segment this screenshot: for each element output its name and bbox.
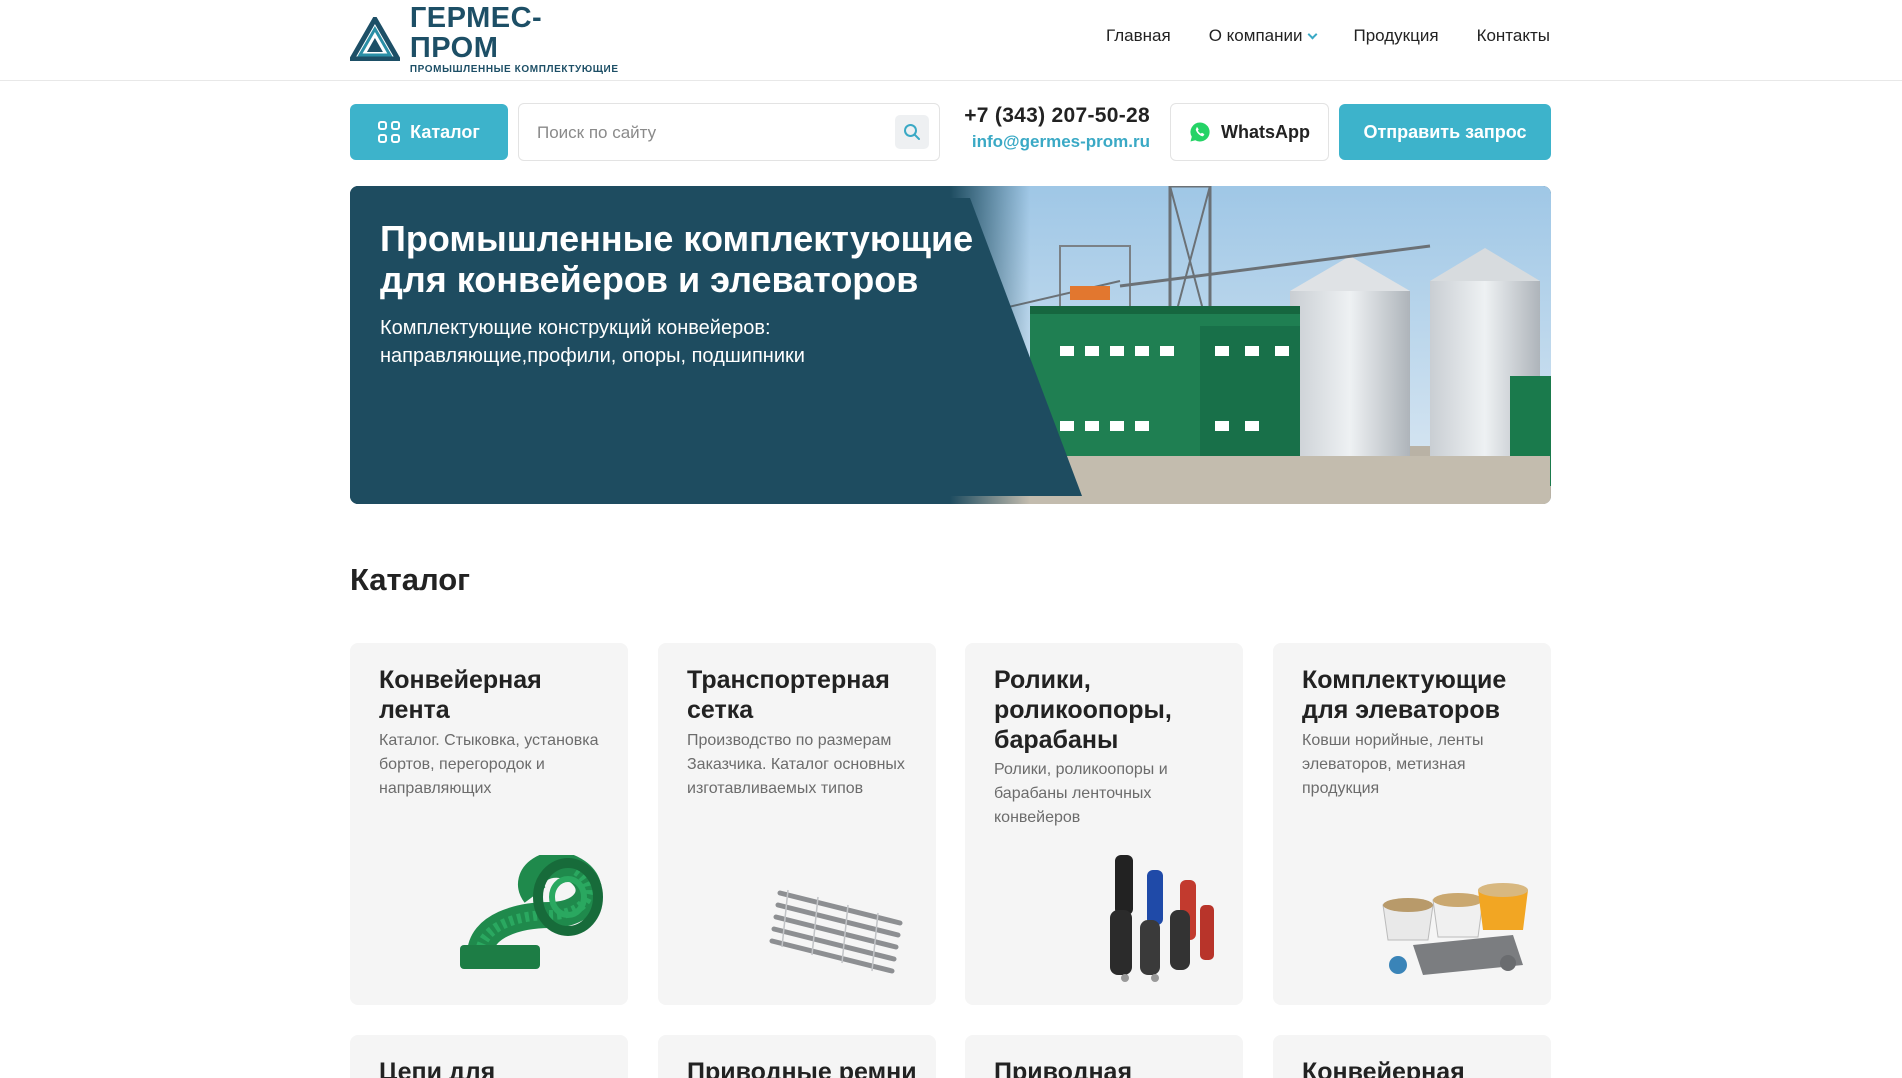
search-button[interactable] (895, 115, 929, 149)
nav-products-label: Продукция (1353, 26, 1439, 45)
send-request-button[interactable]: Отправить запрос (1339, 104, 1551, 160)
main-nav: Главная О компании Продукция Контакты (1106, 26, 1550, 46)
hero-title: Промышленные комплектующие для конвейеро… (380, 218, 974, 300)
send-request-label: Отправить запрос (1363, 121, 1527, 142)
catalog-button[interactable]: Каталог (350, 104, 508, 160)
nav-home[interactable]: Главная (1106, 26, 1171, 46)
logo-title: ГЕРМЕС-ПРОМ (409, 2, 543, 64)
catalog-card-elevator-parts[interactable]: Комплектующие для элеваторов Ковши норий… (1273, 643, 1551, 1005)
nav-products[interactable]: Продукция (1354, 26, 1439, 46)
catalog-card-rollers[interactable]: Ролики, роликоопоры, барабаны Ролики, ро… (965, 643, 1243, 1005)
whatsapp-button[interactable]: WhatsApp (1170, 103, 1329, 161)
catalog-card-drive[interactable]: Приводная (965, 1035, 1243, 1078)
catalog-card-transport-mesh[interactable]: Транспортерная сетка Производство по раз… (658, 643, 936, 1005)
card-title: Комплектующие для элеваторов (1302, 666, 1507, 724)
transport-mesh-image (769, 889, 903, 974)
whatsapp-label: WhatsApp (1221, 121, 1310, 142)
card-title: Конвейерная (1302, 1058, 1465, 1078)
site-header: ГЕРМЕС-ПРОМ ПРОМЫШЛЕННЫЕ КОМПЛЕКТУЮЩИЕ Г… (0, 0, 1902, 81)
card-title: Конвейерная лента (379, 666, 542, 724)
card-description: Ролики, роликоопоры и барабаны ленточных… (994, 761, 1168, 826)
contact-info: +7 (343) 207-50-28 info@germes-prom.ru (960, 104, 1150, 152)
nav-about-label: О компании (1208, 26, 1303, 45)
nav-home-label: Главная (1106, 26, 1171, 45)
search-box (518, 103, 940, 161)
card-title: Приводные ремни (687, 1058, 917, 1078)
catalog-card-conveyor-belt[interactable]: Конвейерная лента Каталог. Стыковка, уст… (350, 643, 628, 1005)
grid-icon (378, 121, 401, 143)
logo-subtitle: ПРОМЫШЛЕННЫЕ КОМПЛЕКТУЮЩИЕ (409, 64, 619, 75)
rollers-image (1110, 855, 1214, 982)
catalog-heading: Каталог (350, 562, 471, 597)
logo-triangle-icon (350, 17, 400, 61)
whatsapp-icon (1190, 122, 1210, 142)
card-description: Производство по размерам Заказчика. Ката… (687, 732, 905, 797)
catalog-card-chains[interactable]: Цепи для (350, 1035, 628, 1078)
catalog-button-label: Каталог (410, 121, 480, 142)
email-link[interactable]: info@germes-prom.ru (960, 132, 1150, 152)
card-title: Цепи для (379, 1058, 496, 1078)
nav-contacts-label: Контакты (1476, 26, 1550, 45)
hero-subtitle: Комплектующие конструкций конвейеров: на… (380, 317, 805, 367)
elevator-buckets-image (1382, 883, 1528, 975)
phone-link[interactable]: +7 (343) 207-50-28 (960, 104, 1150, 128)
catalog-card-conveyor[interactable]: Конвейерная (1273, 1035, 1551, 1078)
nav-about[interactable]: О компании (1208, 26, 1317, 46)
search-icon (904, 124, 920, 140)
chevron-down-icon (1307, 29, 1317, 39)
logo[interactable]: ГЕРМЕС-ПРОМ ПРОМЫШЛЕННЫЕ КОМПЛЕКТУЮЩИЕ (350, 3, 630, 75)
catalog-card-drive-belts[interactable]: Приводные ремни (658, 1035, 936, 1078)
hero-banner: Промышленные комплектующие для конвейеро… (350, 186, 1551, 504)
card-description: Ковши норийные, ленты элеваторов, метизн… (1302, 732, 1484, 797)
card-title: Приводная (994, 1058, 1133, 1078)
nav-contacts[interactable]: Контакты (1477, 26, 1550, 46)
card-description: Каталог. Стыковка, установка бортов, пер… (379, 732, 599, 797)
conveyor-belt-image (460, 855, 603, 969)
card-title: Ролики, роликоопоры, барабаны (994, 666, 1172, 754)
card-title: Транспортерная сетка (687, 666, 890, 724)
search-input[interactable] (537, 120, 877, 146)
